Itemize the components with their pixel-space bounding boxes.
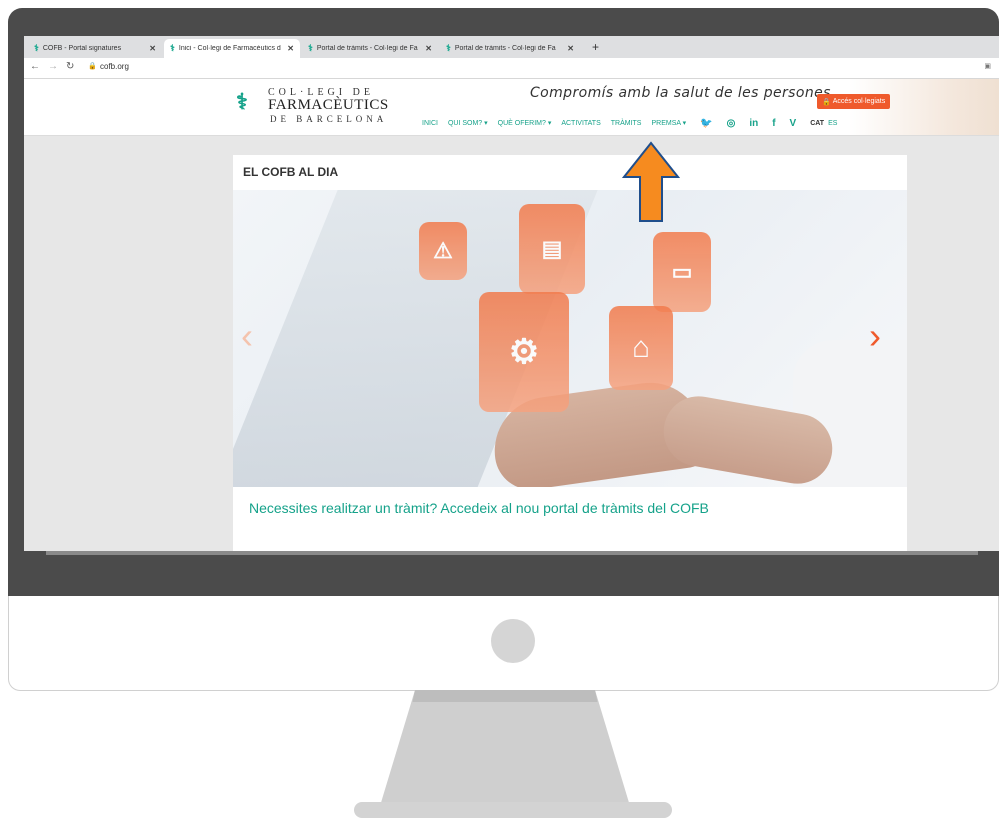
browser-tab-bar: ⚕ COFB - Portal signatures ✕ ⚕ Inici - C…: [24, 36, 999, 58]
logo-line-3[interactable]: DE BARCELONA: [270, 114, 387, 124]
news-card: EL COFB AL DIA ⚠ ▤ ▭ ⚙ ⌂ ‹ › Necessites …: [233, 155, 907, 551]
pharmacy-store-tile-icon: ⌂: [609, 306, 673, 390]
address-bar: ← → ↻ 🔒 cofb.org ▣: [24, 58, 999, 79]
forward-arrow-icon[interactable]: →: [48, 61, 58, 72]
menu-item-que-oferim[interactable]: QUÈ OFERIM? ▾: [498, 119, 552, 127]
site-header: ⚕ COL·LEGI DE FARMACÈUTICS DE BARCELONA …: [24, 79, 999, 136]
new-tab-button[interactable]: +: [592, 40, 599, 54]
twitter-icon[interactable]: 🐦: [700, 118, 712, 129]
carousel-banner[interactable]: ⚠ ▤ ▭ ⚙ ⌂ ‹ ›: [233, 190, 907, 487]
carousel-prev-arrow-icon[interactable]: ‹: [241, 315, 253, 357]
menu-item-inici[interactable]: INICI: [422, 120, 438, 127]
back-arrow-icon[interactable]: ←: [30, 61, 40, 72]
section-title: EL COFB AL DIA: [243, 165, 339, 179]
close-icon[interactable]: ✕: [567, 44, 574, 53]
translate-icon[interactable]: ▣: [984, 62, 991, 70]
menu-item-activitats[interactable]: ACTIVITATS: [561, 120, 600, 127]
url-field[interactable]: cofb.org: [100, 62, 129, 71]
member-access-button[interactable]: 🔒 Accés col·legiats: [817, 94, 891, 109]
close-icon[interactable]: ✕: [287, 44, 294, 53]
warning-tile-icon: ⚠: [419, 222, 467, 280]
browser-tab[interactable]: ⚕ COFB - Portal signatures ✕: [28, 39, 162, 58]
member-access-label: Accés col·legiats: [832, 98, 886, 105]
tab-title: Inici - Col·legi de Farmacèutics d: [178, 45, 281, 52]
id-card-tile-icon: ▭: [653, 232, 711, 312]
tab-title: Portal de tràmits - Col·legi de Fa: [316, 45, 418, 52]
annotation-up-arrow-icon: [622, 141, 680, 222]
browser-tab[interactable]: ⚕ Portal de tràmits - Col·legi de Fa ✕: [440, 39, 580, 58]
monitor-stand-neck: [380, 690, 630, 806]
language-es[interactable]: ES: [828, 120, 837, 127]
cofb-favicon-icon: ⚕: [308, 43, 313, 53]
carousel-next-arrow-icon[interactable]: ›: [869, 315, 881, 357]
caption-band: [233, 487, 907, 551]
gear-user-tile-icon: ⚙: [479, 292, 569, 412]
logo-line-2[interactable]: FARMACÈUTICS: [268, 97, 389, 114]
carousel-caption-link[interactable]: Necessites realitzar un tràmit? Accedeix…: [249, 500, 709, 516]
browser-tab-active[interactable]: ⚕ Inici - Col·legi de Farmacèutics d ✕: [164, 39, 300, 58]
menu-item-qui-som[interactable]: QUI SOM? ▾: [448, 119, 488, 127]
menu-item-premsa[interactable]: PREMSA ▾: [651, 119, 686, 127]
language-cat[interactable]: CAT: [810, 120, 824, 127]
instagram-icon[interactable]: ◎: [727, 118, 736, 129]
linkedin-icon[interactable]: in: [749, 118, 758, 129]
monitor-power-button: [491, 619, 535, 663]
screen-bottom-edge: [46, 551, 978, 555]
monitor-stand-shade: [412, 690, 598, 702]
monitor-stand-foot: [354, 802, 672, 818]
lock-icon: 🔒: [88, 63, 97, 70]
browser-tab[interactable]: ⚕ Portal de tràmits - Col·legi de Fa ✕: [302, 39, 438, 58]
vimeo-icon[interactable]: V: [790, 118, 797, 129]
facebook-icon[interactable]: f: [772, 118, 775, 129]
cofb-logo-icon[interactable]: ⚕: [236, 89, 248, 115]
cofb-favicon-icon: ⚕: [34, 43, 39, 53]
site-slogan: Compromís amb la salut de les persones: [530, 85, 831, 101]
monitor-screen: ⚕ COFB - Portal signatures ✕ ⚕ Inici - C…: [24, 36, 999, 551]
tab-title: Portal de tràmits - Col·legi de Fa: [454, 45, 556, 52]
tab-title: COFB - Portal signatures: [42, 45, 122, 52]
reload-icon[interactable]: ↻: [66, 61, 74, 72]
lock-icon: 🔒: [822, 98, 831, 106]
cofb-favicon-icon: ⚕: [170, 43, 175, 53]
cofb-favicon-icon: ⚕: [446, 43, 451, 53]
close-icon[interactable]: ✕: [149, 44, 156, 53]
close-icon[interactable]: ✕: [425, 44, 432, 53]
document-check-tile-icon: ▤: [519, 204, 585, 294]
main-menu: INICI QUI SOM? ▾ QUÈ OFERIM? ▾ ACTIVITAT…: [422, 115, 837, 131]
menu-item-tramits[interactable]: TRÀMITS: [611, 120, 642, 127]
